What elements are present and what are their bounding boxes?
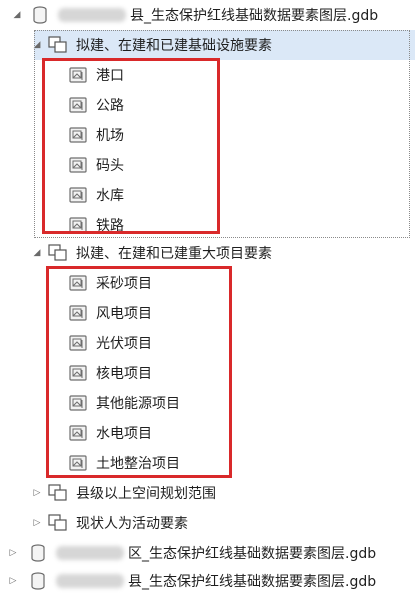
tree-node-item[interactable]: 港口 — [0, 60, 415, 90]
tree-node-label: 拟建、在建和已建重大项目要素 — [76, 246, 272, 262]
tree-node-label: 风电项目 — [96, 306, 152, 322]
tree-node-label: 土地整治项目 — [96, 456, 180, 472]
collapsed-arrow-icon[interactable]: ▷ — [30, 486, 44, 500]
tree-node-label: 区_生态保护红线基础数据要素图层.gdb — [128, 546, 377, 562]
tree-node-label: 其他能源项目 — [96, 396, 180, 412]
database-icon — [30, 5, 50, 25]
database-icon — [28, 571, 48, 591]
tree-node-db1[interactable]: ◢ 县_生态保护红线基础数据要素图层.gdb — [0, 0, 415, 30]
group-layer-icon — [48, 513, 68, 533]
tree-node-label: 机场 — [96, 128, 124, 144]
feature-class-icon — [68, 95, 88, 115]
feature-class-icon — [68, 215, 88, 235]
tree-node-label: 拟建、在建和已建基础设施要素 — [76, 38, 272, 54]
feature-class-icon — [68, 185, 88, 205]
database-icon — [28, 543, 48, 563]
tree-node-group4[interactable]: ▷ 现状人为活动要素 — [0, 508, 415, 538]
feature-class-icon — [68, 453, 88, 473]
tree-node-group1[interactable]: ◢ 拟建、在建和已建基础设施要素 — [34, 30, 415, 60]
tree-node-item[interactable]: 土地整治项目 — [0, 448, 415, 478]
collapsed-arrow-icon[interactable]: ▷ — [6, 574, 20, 588]
tree-node-label: 县_生态保护红线基础数据要素图层.gdb — [128, 574, 377, 590]
tree-node-item[interactable]: 风电项目 — [0, 298, 415, 328]
tree-node-item[interactable]: 其他能源项目 — [0, 388, 415, 418]
tree-node-item[interactable]: 光伏项目 — [0, 328, 415, 358]
group-layer-icon — [48, 35, 68, 55]
tree-node-label: 水电项目 — [96, 426, 152, 442]
group-layer-icon — [48, 243, 68, 263]
tree-node-label: 光伏项目 — [96, 336, 152, 352]
feature-class-icon — [68, 333, 88, 353]
feature-class-icon — [68, 393, 88, 413]
tree-node-label: 现状人为活动要素 — [76, 516, 188, 532]
redacted-text — [56, 574, 124, 588]
redacted-text — [58, 8, 126, 22]
redacted-text — [56, 546, 124, 560]
feature-class-icon — [68, 65, 88, 85]
feature-class-icon — [68, 273, 88, 293]
tree-node-label: 县_生态保护红线基础数据要素图层.gdb — [130, 8, 379, 24]
feature-class-icon — [68, 363, 88, 383]
feature-class-icon — [68, 423, 88, 443]
feature-class-icon — [68, 125, 88, 145]
tree-node-label: 铁路 — [96, 218, 124, 234]
tree-node-item[interactable]: 码头 — [0, 150, 415, 180]
tree-node-label: 港口 — [96, 68, 124, 84]
expanded-arrow-icon[interactable]: ◢ — [30, 38, 44, 52]
tree-node-label: 县级以上空间规划范围 — [76, 486, 216, 502]
tree-node-item[interactable]: 机场 — [0, 120, 415, 150]
tree-node-item[interactable]: 水电项目 — [0, 418, 415, 448]
collapsed-arrow-icon[interactable]: ▷ — [6, 546, 20, 560]
tree-node-item[interactable]: 公路 — [0, 90, 415, 120]
tree-node-label: 码头 — [96, 158, 124, 174]
expanded-arrow-icon[interactable]: ◢ — [30, 246, 44, 260]
group-layer-icon — [48, 483, 68, 503]
tree-node-label: 水库 — [96, 188, 124, 204]
tree-node-item[interactable]: 水库 — [0, 180, 415, 210]
tree-node-label: 公路 — [96, 98, 124, 114]
feature-class-icon — [68, 303, 88, 323]
tree-node-item[interactable]: 核电项目 — [0, 358, 415, 388]
feature-class-icon — [68, 155, 88, 175]
tree-node-item[interactable]: 采砂项目 — [0, 268, 415, 298]
collapsed-arrow-icon[interactable]: ▷ — [30, 516, 44, 530]
tree-node-db3[interactable]: ▷ 县_生态保护红线基础数据要素图层.gdb — [0, 566, 415, 596]
tree-node-db2[interactable]: ▷ 区_生态保护红线基础数据要素图层.gdb — [0, 538, 415, 568]
tree-node-item[interactable]: 铁路 — [0, 210, 415, 240]
expanded-arrow-icon[interactable]: ◢ — [10, 8, 24, 22]
tree-node-label: 采砂项目 — [96, 276, 152, 292]
tree-node-label: 核电项目 — [96, 366, 152, 382]
tree-node-group2[interactable]: ◢ 拟建、在建和已建重大项目要素 — [0, 238, 415, 268]
tree-node-group3[interactable]: ▷ 县级以上空间规划范围 — [0, 478, 415, 508]
